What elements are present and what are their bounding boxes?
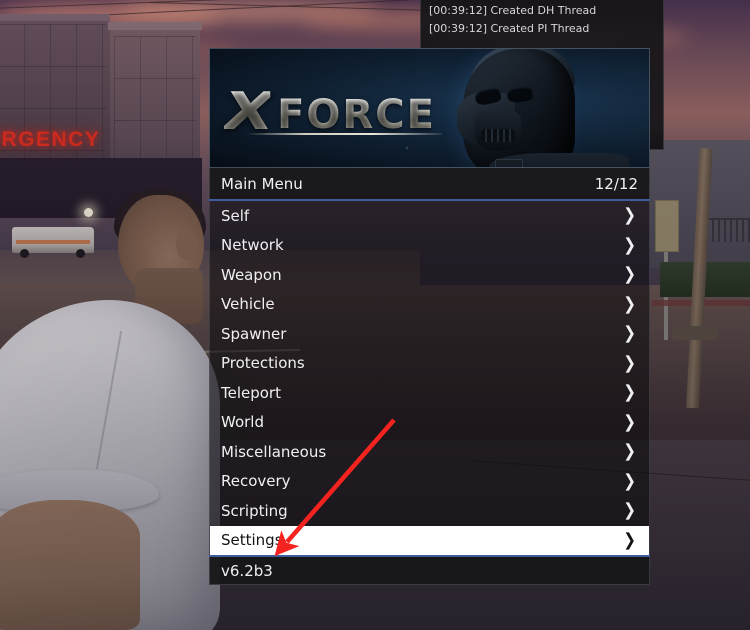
building-roof: [0, 14, 110, 21]
banner-spark: [406, 147, 408, 149]
darth-vader-icon: [441, 49, 631, 167]
vader-mouth-grille: [481, 129, 515, 142]
menu-header: Main Menu 12/12: [209, 168, 650, 199]
menu-item-label: Teleport: [221, 383, 281, 402]
menu-item-label: Miscellaneous: [221, 442, 327, 461]
menu-item-label: Scripting: [221, 501, 288, 520]
menu-item-label: Self: [221, 206, 250, 225]
menu-item-label: Network: [221, 236, 284, 255]
logo-wordmark: FORCE: [277, 92, 436, 138]
menu-item-protections[interactable]: Protections ❯: [210, 349, 649, 379]
menu-item-weapon[interactable]: Weapon ❯: [210, 260, 649, 290]
menu-banner: X FORCE: [209, 48, 650, 168]
menu-item-label: Vehicle: [221, 295, 275, 314]
menu-item-label: Spawner: [221, 324, 287, 343]
chevron-right-icon: ❯: [623, 470, 636, 492]
chevron-right-icon: ❯: [623, 293, 636, 315]
console-log-line: [00:39:12] Created PI Thread: [429, 22, 590, 35]
menu-footer: v6.2b3: [209, 557, 650, 585]
chevron-right-icon: ❯: [623, 411, 636, 433]
utility-pole-base: [672, 326, 718, 340]
chevron-right-icon: ❯: [623, 499, 636, 521]
chevron-right-icon: ❯: [623, 440, 636, 462]
menu-item-teleport[interactable]: Teleport ❯: [210, 378, 649, 408]
xforce-logo: X FORCE: [224, 82, 436, 142]
emergency-sign: ERGENCY: [0, 128, 101, 151]
ambulance-wheel: [20, 249, 29, 258]
console-log-line: [00:39:12] Created DH Thread: [429, 4, 597, 17]
menu-item-label: Protections: [221, 354, 305, 373]
chevron-right-icon: ❯: [623, 234, 636, 256]
ambulance-wheel: [76, 249, 85, 258]
mod-menu-panel[interactable]: X FORCE Main Menu 12/12 Self ❯ Network ❯…: [209, 48, 650, 585]
menu-item-settings[interactable]: Settings ❯: [210, 525, 649, 555]
item-counter: 12/12: [594, 174, 638, 193]
chevron-right-icon: ❯: [623, 381, 636, 403]
window-grid: [114, 36, 196, 168]
player-character-ear: [176, 230, 198, 260]
chevron-right-icon: ❯: [623, 352, 636, 374]
street-lamp-glow: [84, 208, 93, 217]
screenshot-root: ERGENCY [00:39:12] Created DH Thread [00…: [0, 0, 750, 630]
menu-item-world[interactable]: World ❯: [210, 408, 649, 438]
logo-x-mark: X: [224, 82, 274, 142]
logo-underline: [246, 133, 442, 135]
menu-item-label: Weapon: [221, 265, 282, 284]
menu-item-scripting[interactable]: Scripting ❯: [210, 496, 649, 526]
page-title: Main Menu: [221, 174, 303, 193]
chevron-right-icon: ❯: [623, 322, 636, 344]
menu-item-recovery[interactable]: Recovery ❯: [210, 467, 649, 497]
menu-item-miscellaneous[interactable]: Miscellaneous ❯: [210, 437, 649, 467]
menu-item-label: World: [221, 413, 264, 432]
chevron-right-icon: ❯: [623, 204, 636, 226]
menu-item-network[interactable]: Network ❯: [210, 231, 649, 261]
vader-chest-panel: [495, 159, 523, 167]
chevron-right-icon: ❯: [623, 263, 636, 285]
menu-item-label: Settings: [221, 531, 283, 550]
menu-item-self[interactable]: Self ❯: [210, 201, 649, 231]
menu-item-vehicle[interactable]: Vehicle ❯: [210, 290, 649, 320]
building-roof: [108, 22, 202, 30]
version-label: v6.2b3: [221, 561, 273, 580]
fence: [706, 218, 750, 242]
menu-item-spawner[interactable]: Spawner ❯: [210, 319, 649, 349]
street-sign: [655, 200, 679, 252]
player-character-arm: [0, 500, 140, 630]
menu-item-label: Recovery: [221, 472, 291, 491]
menu-option-list: Self ❯ Network ❯ Weapon ❯ Vehicle ❯ Spaw…: [209, 201, 650, 555]
chevron-right-icon: ❯: [623, 529, 636, 551]
